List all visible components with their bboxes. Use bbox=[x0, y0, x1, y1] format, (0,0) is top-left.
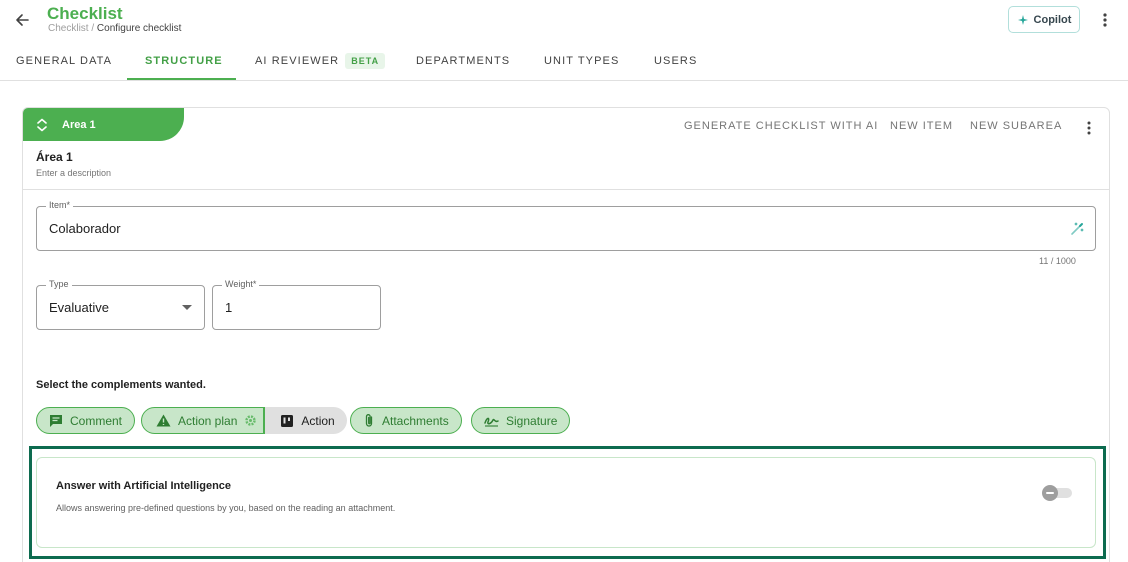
item-field-label: Item* bbox=[46, 200, 74, 210]
action-plan-chip-label: Action plan bbox=[178, 413, 238, 428]
weight-input-label: Weight* bbox=[222, 279, 260, 289]
tab-label: GENERAL DATA bbox=[16, 55, 113, 67]
breadcrumb: Checklist / Configure checklist bbox=[48, 23, 181, 34]
ai-answer-description: Allows answering pre-defined questions b… bbox=[56, 503, 396, 513]
signature-chip[interactable]: Signature bbox=[471, 407, 571, 434]
sparkle-icon bbox=[1017, 14, 1028, 25]
attachments-chip[interactable]: Attachments bbox=[350, 407, 462, 434]
signature-chip-label: Signature bbox=[506, 413, 558, 428]
generate-checklist-ai-button[interactable]: GENERATE CHECKLIST WITH AI bbox=[684, 120, 878, 132]
comment-chip-label: Comment bbox=[70, 413, 123, 428]
comment-chip[interactable]: Comment bbox=[36, 407, 136, 434]
tab-bar: GENERAL DATA STRUCTURE AI REVIEWER BETA D… bbox=[0, 42, 1128, 81]
item-field[interactable]: Item* Colaborador bbox=[36, 200, 1096, 251]
page-title: Checklist bbox=[47, 4, 123, 23]
action-chip[interactable]: Action bbox=[264, 407, 347, 434]
collapse-icon[interactable] bbox=[35, 116, 49, 134]
breadcrumb-separator: / bbox=[88, 23, 97, 34]
beta-badge: BETA bbox=[345, 53, 386, 69]
warning-icon bbox=[156, 414, 171, 427]
area-more-options-button[interactable] bbox=[1081, 119, 1097, 137]
tab-unit-types[interactable]: UNIT TYPES bbox=[544, 42, 619, 80]
active-tab-indicator bbox=[127, 78, 236, 80]
weight-input-value: 1 bbox=[225, 300, 233, 315]
type-select[interactable]: Type Evaluative bbox=[36, 279, 205, 330]
item-field-value: Colaborador bbox=[49, 221, 121, 236]
ai-answer-section: Answer with Artificial Intelligence Allo… bbox=[36, 457, 1096, 548]
type-select-value: Evaluative bbox=[49, 300, 109, 315]
tab-label: AI REVIEWER bbox=[255, 55, 340, 67]
toggle-thumb bbox=[1042, 485, 1058, 501]
area-tab[interactable]: Area 1 bbox=[23, 108, 184, 141]
tab-label: UNIT TYPES bbox=[544, 55, 620, 67]
action-chip-label: Action bbox=[301, 413, 335, 428]
copilot-label: Copilot bbox=[1033, 13, 1072, 26]
back-button[interactable] bbox=[10, 8, 34, 32]
kanban-icon bbox=[281, 414, 294, 427]
new-item-button[interactable]: NEW ITEM bbox=[890, 120, 953, 132]
attachments-chip-label: Attachments bbox=[382, 413, 449, 428]
signature-icon bbox=[484, 417, 499, 427]
tab-structure[interactable]: STRUCTURE bbox=[145, 42, 223, 80]
character-counter: 11 / 1000 bbox=[1039, 256, 1076, 266]
gear-icon[interactable] bbox=[244, 414, 257, 427]
tab-general-data[interactable]: GENERAL DATA bbox=[16, 42, 112, 80]
dropdown-arrow-icon bbox=[182, 305, 192, 310]
new-subarea-button[interactable]: NEW SUBAREA bbox=[970, 120, 1062, 132]
breadcrumb-root[interactable]: Checklist bbox=[48, 23, 89, 34]
ai-answer-toggle[interactable] bbox=[1042, 485, 1072, 501]
weight-input[interactable]: Weight* 1 bbox=[212, 279, 381, 330]
comment-icon bbox=[50, 414, 62, 427]
tab-label: USERS bbox=[654, 55, 698, 67]
area-tab-label: Area 1 bbox=[62, 118, 96, 131]
arrow-left-icon bbox=[16, 14, 29, 26]
breadcrumb-current: Configure checklist bbox=[96, 23, 182, 34]
complements-heading: Select the complements wanted. bbox=[36, 379, 206, 391]
magic-wand-icon[interactable] bbox=[1069, 221, 1085, 237]
action-plan-chip[interactable]: Action plan bbox=[141, 407, 265, 434]
action-plan-group: Action plan Action bbox=[141, 407, 347, 434]
tab-label: STRUCTURE bbox=[145, 55, 223, 67]
paperclip-icon bbox=[365, 414, 373, 427]
tab-label: DEPARTMENTS bbox=[416, 55, 511, 67]
area-description[interactable]: Enter a description bbox=[36, 168, 111, 178]
divider bbox=[23, 189, 1109, 190]
more-vertical-icon bbox=[1087, 121, 1091, 135]
type-select-label: Type bbox=[46, 279, 72, 289]
tab-departments[interactable]: DEPARTMENTS bbox=[416, 42, 510, 80]
copilot-button[interactable]: Copilot bbox=[1008, 6, 1080, 33]
more-options-button[interactable] bbox=[1095, 9, 1115, 31]
page-header: Checklist Checklist / Configure checklis… bbox=[0, 0, 1128, 40]
ai-answer-title: Answer with Artificial Intelligence bbox=[56, 480, 232, 492]
tab-users[interactable]: USERS bbox=[654, 42, 697, 80]
area-name[interactable]: Área 1 bbox=[36, 150, 73, 164]
more-vertical-icon bbox=[1103, 13, 1107, 27]
tab-ai-reviewer[interactable]: AI REVIEWER BETA bbox=[255, 42, 386, 80]
